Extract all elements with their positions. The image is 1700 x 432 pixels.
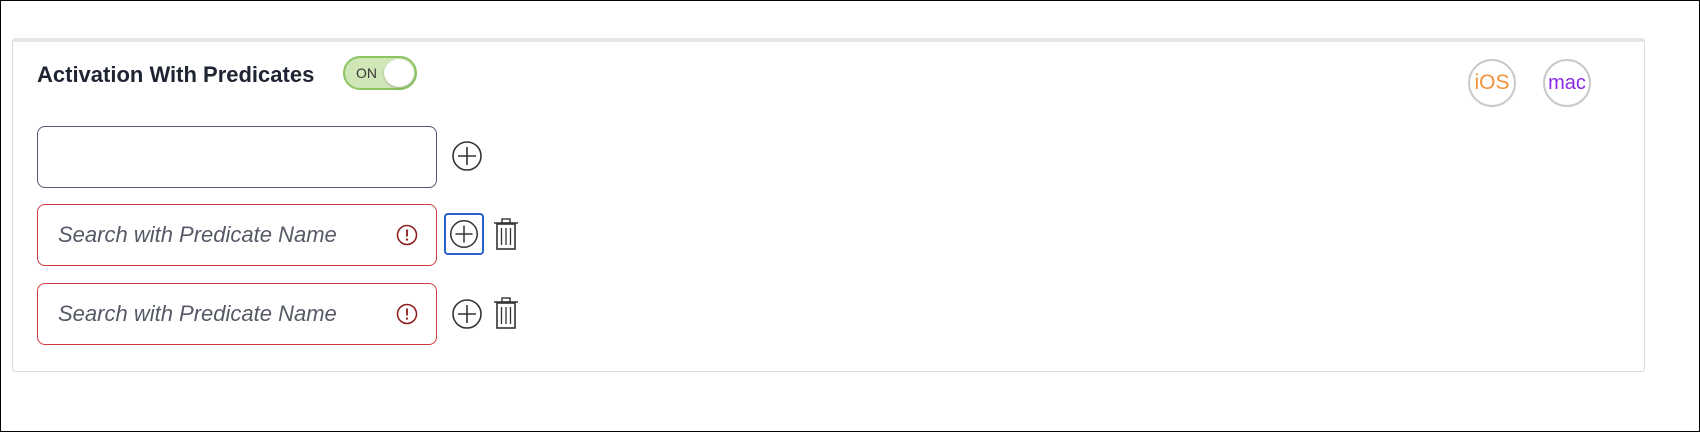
trash-icon	[494, 297, 518, 329]
delete-predicate-button-3[interactable]	[490, 296, 522, 330]
window-frame: Activation With Predicates ON iOS mac	[0, 0, 1700, 432]
mac-platform-badge[interactable]: mac	[1543, 59, 1591, 107]
add-icon	[452, 141, 482, 171]
toggle-knob	[384, 59, 414, 87]
section-title: Activation With Predicates	[37, 62, 315, 87]
activation-toggle[interactable]: ON	[343, 56, 417, 90]
activation-predicates-panel: Activation With Predicates ON iOS mac	[12, 38, 1645, 372]
ios-platform-badge[interactable]: iOS	[1468, 59, 1516, 107]
add-icon	[452, 299, 482, 329]
ios-label: iOS	[1474, 71, 1510, 94]
delete-predicate-button-2[interactable]	[490, 217, 522, 251]
predicate-field-1	[37, 126, 437, 188]
add-icon	[450, 220, 478, 248]
toggle-label: ON	[356, 65, 377, 81]
error-icon	[396, 224, 418, 246]
predicate-field-2	[37, 204, 437, 266]
mac-label: mac	[1548, 71, 1586, 94]
error-icon	[396, 303, 418, 325]
predicate-search-input-2[interactable]	[38, 205, 436, 265]
add-predicate-button-3[interactable]	[449, 296, 485, 332]
trash-icon	[494, 218, 518, 250]
predicate-input-1[interactable]	[38, 127, 436, 187]
add-predicate-button-2[interactable]	[444, 213, 484, 255]
add-predicate-button-1[interactable]	[449, 138, 485, 174]
predicate-field-3	[37, 283, 437, 345]
predicate-search-input-3[interactable]	[38, 284, 436, 344]
